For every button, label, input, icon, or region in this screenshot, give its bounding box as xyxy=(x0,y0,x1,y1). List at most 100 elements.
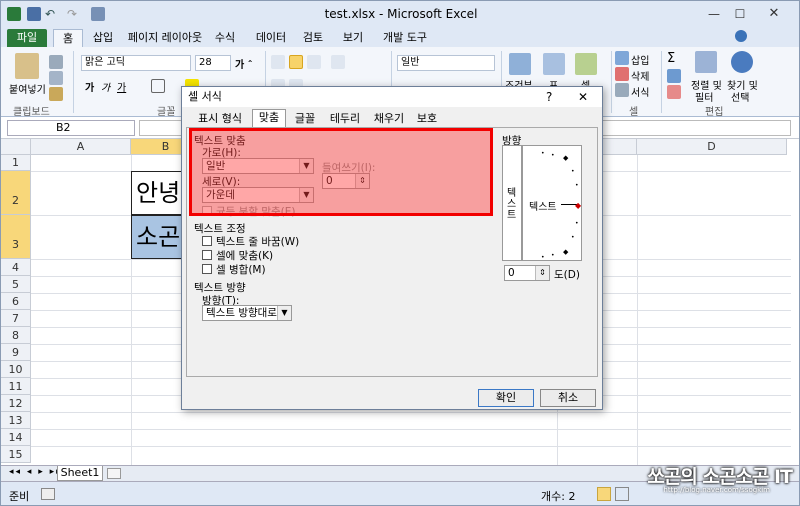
tab-view[interactable]: 보기 xyxy=(339,29,367,47)
row-header[interactable]: 15 xyxy=(1,446,31,463)
shrink-to-fit-checkbox[interactable] xyxy=(202,250,212,260)
autosum-icon[interactable]: Σ xyxy=(667,51,675,66)
number-format-box[interactable]: 일반 xyxy=(397,55,495,71)
degree-label: 도(D) xyxy=(554,269,580,281)
maximize-button[interactable]: ☐ xyxy=(727,5,753,23)
tab-developer[interactable]: 개발 도구 xyxy=(379,29,431,47)
merge-cells-checkbox[interactable] xyxy=(202,264,212,274)
orientation-dot-icon: • xyxy=(575,182,579,189)
italic-button[interactable]: 가 xyxy=(101,79,110,94)
column-header-d[interactable]: D xyxy=(637,139,787,155)
wrap-text-checkbox[interactable] xyxy=(202,236,212,246)
bold-button[interactable]: 가 xyxy=(85,79,94,94)
orientation-dial[interactable]: 텍스트 ◆ ◆ ◆ • • • • • • • • xyxy=(522,145,582,261)
vertical-text: 텍스트 xyxy=(507,188,517,221)
tab-alignment[interactable]: 맞춤 xyxy=(252,109,286,128)
select-all-corner[interactable] xyxy=(1,139,31,155)
grow-font-icon[interactable]: 가 ˆ xyxy=(235,56,253,71)
row-header[interactable]: 2 xyxy=(1,171,31,215)
tab-number-format[interactable]: 표시 형식 xyxy=(190,111,250,127)
minimize-button[interactable]: — xyxy=(701,5,727,23)
tab-file[interactable]: 파일 xyxy=(7,29,47,47)
orientation-tick-icon: ◆ xyxy=(563,154,569,162)
fill-icon[interactable] xyxy=(667,69,681,83)
row-header[interactable]: 11 xyxy=(1,378,31,395)
row-header[interactable]: 4 xyxy=(1,259,31,276)
highlight-box xyxy=(189,128,493,216)
tab-review[interactable]: 검토 xyxy=(299,29,327,47)
font-name-box[interactable]: 맑은 고딕 xyxy=(81,55,191,71)
status-count: 개수: 2 xyxy=(541,490,576,503)
close-window-button[interactable]: ✕ xyxy=(761,5,787,23)
align-bottom-icon[interactable] xyxy=(307,55,321,69)
cell-style-icon[interactable] xyxy=(575,53,597,75)
delete-label: 삭제 xyxy=(631,72,650,83)
row-header[interactable]: 10 xyxy=(1,361,31,378)
tab-formulas[interactable]: 수식 xyxy=(211,29,239,47)
insert-cells-icon[interactable] xyxy=(615,51,629,65)
tab-protection[interactable]: 보호 xyxy=(412,111,442,127)
page-layout-view-icon[interactable] xyxy=(615,487,629,501)
cut-icon[interactable] xyxy=(49,55,63,69)
tab-data[interactable]: 데이터 xyxy=(251,29,291,47)
vertical-text-box[interactable]: 텍스트 xyxy=(502,145,522,261)
border-icon[interactable] xyxy=(151,79,165,93)
row-header[interactable]: 5 xyxy=(1,276,31,293)
new-sheet-icon[interactable] xyxy=(107,468,121,479)
shrink-to-fit-label: 셀에 맞춤(K) xyxy=(216,250,274,262)
row-header[interactable]: 6 xyxy=(1,293,31,310)
copy-icon[interactable] xyxy=(49,71,63,85)
format-table-icon[interactable] xyxy=(543,53,565,75)
delete-cells-icon[interactable] xyxy=(615,67,629,81)
row-header[interactable]: 9 xyxy=(1,344,31,361)
clear-icon[interactable] xyxy=(667,85,681,99)
gridline xyxy=(31,412,791,413)
name-box[interactable]: B2 xyxy=(7,120,135,136)
orientation-dot-icon: • xyxy=(541,150,545,157)
chevron-down-icon: ▼ xyxy=(277,306,291,320)
format-painter-icon[interactable] xyxy=(49,87,63,101)
tab-fill[interactable]: 채우기 xyxy=(368,111,410,127)
align-middle-icon[interactable] xyxy=(289,55,303,69)
row-header[interactable]: 7 xyxy=(1,310,31,327)
column-header-a[interactable]: A xyxy=(31,139,131,155)
orientation-dot-icon: • xyxy=(571,168,575,175)
align-top-icon[interactable] xyxy=(271,55,285,69)
orientation-dot-icon: • xyxy=(571,234,575,241)
dialog-close-button[interactable]: ✕ xyxy=(578,90,588,104)
ok-button[interactable]: 확인 xyxy=(478,389,534,407)
direction-value: 텍스트 방향대로 xyxy=(206,307,277,319)
format-cells-icon[interactable] xyxy=(615,83,629,97)
orientation-handle-icon[interactable]: ◆ xyxy=(575,201,581,210)
conditional-format-icon[interactable] xyxy=(509,53,531,75)
degree-spinner[interactable]: 0 ⇕ xyxy=(504,265,550,281)
tab-home[interactable]: 홈 xyxy=(53,29,83,47)
row-header[interactable]: 3 xyxy=(1,215,31,259)
row-header[interactable]: 8 xyxy=(1,327,31,344)
find-select-icon[interactable] xyxy=(731,51,753,73)
tab-border[interactable]: 테두리 xyxy=(324,111,366,127)
macro-record-icon[interactable] xyxy=(41,488,55,500)
row-header[interactable]: 14 xyxy=(1,429,31,446)
tab-page-layout[interactable]: 페이지 레이아웃 xyxy=(125,29,205,47)
underline-button[interactable]: 가 xyxy=(117,79,126,94)
sort-filter-icon[interactable] xyxy=(695,51,717,73)
sheet-tab-sheet1[interactable]: Sheet1 xyxy=(57,466,103,481)
dialog-help-button[interactable]: ? xyxy=(546,90,552,104)
tab-insert[interactable]: 삽입 xyxy=(89,29,117,47)
help-icon[interactable] xyxy=(735,30,747,42)
row-header[interactable]: 1 xyxy=(1,155,31,171)
sheet-nav-arrows[interactable]: ◂◂ ◂ ▸ ▸▸ xyxy=(9,467,63,477)
cancel-button[interactable]: 취소 xyxy=(540,389,596,407)
row-header[interactable]: 13 xyxy=(1,412,31,429)
tab-font[interactable]: 글꼴 xyxy=(290,111,320,127)
watermark-url: http://blog.naver.com/ssogkim xyxy=(663,486,770,494)
orientation-icon[interactable] xyxy=(331,55,345,69)
clipboard-group-label: 클립보드 xyxy=(13,107,50,118)
normal-view-icon[interactable] xyxy=(597,487,611,501)
font-size-box[interactable]: 28 xyxy=(195,55,231,71)
cells-group-label: 셀 xyxy=(629,107,639,118)
direction-select[interactable]: 텍스트 방향대로 ▼ xyxy=(202,305,292,321)
paste-icon[interactable] xyxy=(15,53,39,79)
row-header[interactable]: 12 xyxy=(1,395,31,412)
